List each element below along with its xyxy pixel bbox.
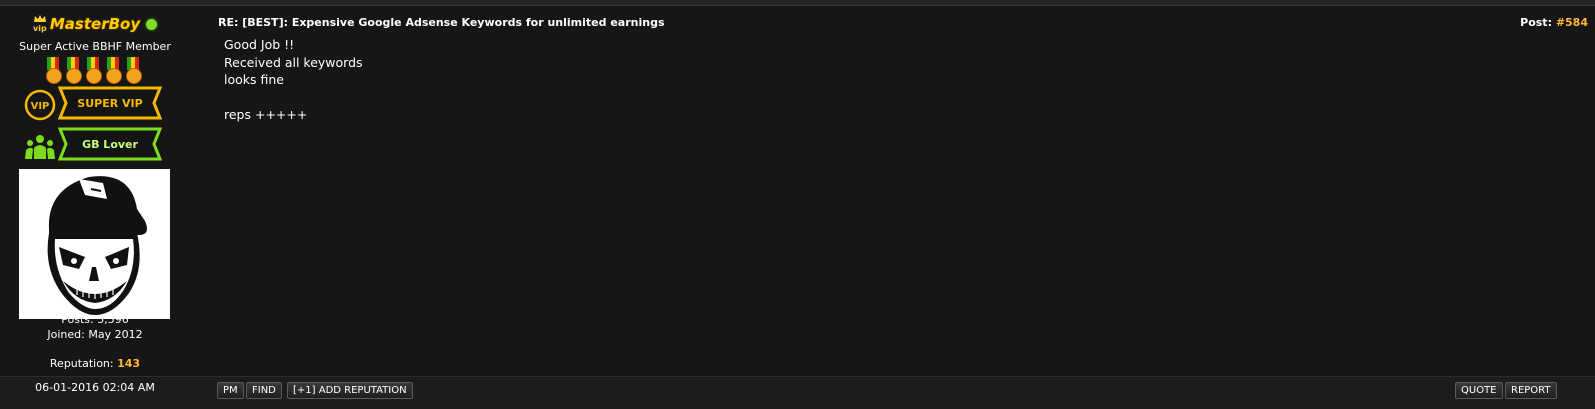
reputation-label: Reputation: [49, 357, 114, 370]
add-reputation-button[interactable]: [+1] ADD REPUTATION [287, 382, 413, 399]
reputation: Reputation: 143 [0, 357, 190, 370]
crown-icon [33, 15, 46, 22]
message-line: looks fine [224, 72, 284, 88]
online-status-icon [146, 18, 158, 30]
join-date: Joined: May 2012 [47, 328, 143, 341]
user-panel: vip MasterBoy Super Active BBHF Member V… [0, 6, 190, 376]
award-gb-lover[interactable]: GB Lover [24, 127, 164, 163]
vip-mini-badge: vip [33, 15, 47, 33]
award-label: GB Lover [82, 137, 138, 151]
find-button[interactable]: FIND [246, 382, 282, 399]
message-line: Received all keywords [224, 54, 363, 70]
message-line: reps +++++ [224, 107, 308, 123]
pm-button[interactable]: PM [217, 382, 244, 399]
medal-icon [124, 57, 142, 85]
award-label: SUPER VIP [77, 96, 143, 110]
post-message: Good Job !! Received all keywords looks … [224, 36, 363, 124]
medal-icon [64, 57, 82, 85]
award-super-vip[interactable]: VIP SUPER VIP [24, 86, 164, 122]
username-link[interactable]: MasterBoy [50, 15, 140, 33]
message-line [224, 89, 363, 107]
post-footer: 06-01-2016 02:04 AM PM FIND [+1] ADD REP… [0, 376, 1595, 409]
post-content: RE: [BEST]: Expensive Google Adsense Key… [218, 6, 1588, 376]
vip-mark: vip [33, 24, 47, 33]
post-count: Posts: 5,596 [61, 313, 129, 326]
vip-icon: VIP [24, 89, 56, 121]
reputation-value[interactable]: 143 [117, 357, 140, 370]
post-number-link[interactable]: #584 [1556, 16, 1588, 29]
quote-button[interactable]: QUOTE [1455, 382, 1503, 399]
post-number-label: Post: [1520, 16, 1552, 29]
joker-avatar-image [19, 169, 170, 319]
post-number: Post: #584 [1520, 16, 1588, 29]
medal-icon [84, 57, 102, 85]
post-date: 06-01-2016 02:04 AM [35, 381, 155, 394]
post-subject: RE: [BEST]: Expensive Google Adsense Key… [218, 16, 665, 29]
vip-badge-text: VIP [31, 101, 50, 112]
username-row: vip MasterBoy [0, 13, 190, 35]
report-button[interactable]: REPORT [1505, 382, 1557, 399]
medal-icon [104, 57, 122, 85]
avatar[interactable] [19, 169, 170, 319]
medal-icon [44, 57, 62, 85]
people-icon [25, 135, 55, 159]
message-line: Good Job !! [224, 37, 295, 52]
rank-medals [44, 57, 142, 85]
user-title: Super Active BBHF Member [19, 40, 171, 53]
